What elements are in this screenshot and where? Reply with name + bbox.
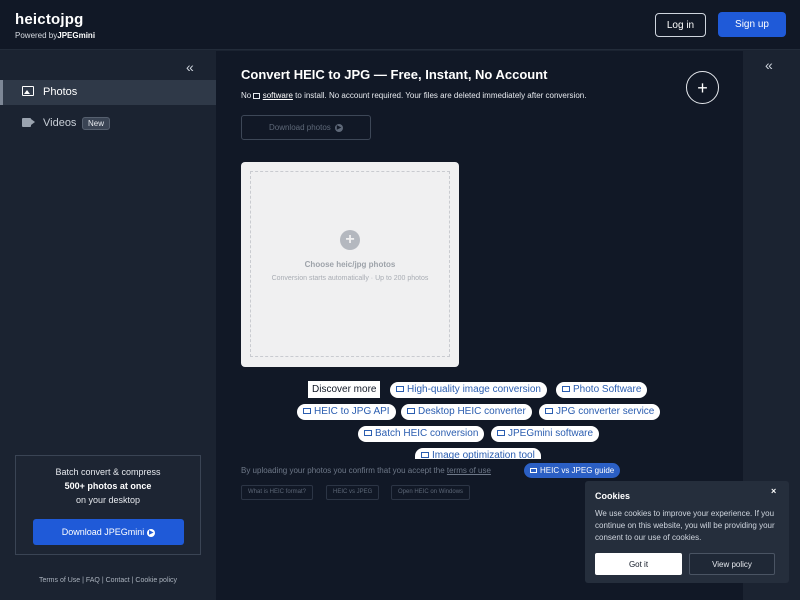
powered-by-brand: JPEGmini (57, 31, 96, 40)
arrow-right-icon: ▶ (335, 123, 344, 132)
gallery-icon (407, 408, 415, 414)
consent-prefix: By uploading your photos you confirm tha… (241, 466, 445, 475)
cookie-message: We use cookies to improve your experienc… (595, 509, 775, 542)
gallery-icon (562, 386, 570, 392)
dropzone-border: + Choose heic/jpg photos Conversion star… (250, 171, 450, 357)
download-photos-label: Download photos (268, 123, 331, 132)
dropzone-title: Choose heic/jpg photos (304, 260, 396, 269)
pill-label: JPG converter service (556, 406, 655, 417)
page-subtitle: No software to install. No account requi… (241, 91, 586, 100)
plus-icon: + (340, 230, 360, 250)
discover-pill[interactable]: Image optimization tool (415, 448, 541, 459)
left-sidebar: « Photos Videos New Batch convert & comp… (0, 51, 216, 600)
signup-button[interactable]: Sign up (718, 12, 786, 37)
close-icon[interactable]: × (771, 486, 776, 496)
collapse-right-panel-icon[interactable]: « (765, 57, 773, 73)
discover-pill[interactable]: HEIC to JPG API (297, 404, 396, 420)
collapse-sidebar-icon[interactable]: « (186, 59, 194, 75)
add-photos-button[interactable]: + (686, 71, 719, 104)
sidebar-item-videos[interactable]: Videos New (0, 112, 216, 134)
pill-label: HEIC to JPG API (314, 406, 390, 417)
gallery-icon (364, 430, 372, 436)
discover-pill[interactable]: Desktop HEIC converter (401, 404, 532, 420)
brand-logo[interactable]: heictojpg (15, 11, 83, 28)
promo-line-2: 500+ photos at once (64, 481, 152, 491)
cookie-title: Cookies (595, 491, 631, 501)
promo-line-3: on your desktop (75, 495, 141, 505)
gallery-icon (303, 408, 311, 414)
discover-pill[interactable]: JPG converter service (539, 404, 661, 420)
faq-tag[interactable]: HEIC vs JPEG (326, 485, 380, 500)
top-header: heictojpg Powered byJPEGmini Log in Sign… (0, 0, 800, 50)
new-badge: New (82, 117, 111, 130)
pill-label: Photo Software (573, 384, 642, 395)
discover-pill[interactable]: High-quality image conversion (390, 382, 547, 398)
accept-cookies-button[interactable]: Got it (595, 553, 682, 575)
powered-by: Powered byJPEGmini (15, 31, 95, 40)
upload-dropzone[interactable]: + Choose heic/jpg photos Conversion star… (241, 162, 459, 367)
pill-label: JPEGmini software (508, 428, 594, 439)
login-button[interactable]: Log in (655, 13, 706, 37)
powered-by-prefix: Powered by (15, 31, 58, 40)
discover-pill[interactable]: JPEGmini software (491, 426, 600, 442)
subtitle-prefix: No (241, 91, 252, 100)
pill-label: Image optimization tool (432, 450, 535, 459)
sidebar-item-label: Photos (43, 86, 78, 98)
gallery-icon (396, 386, 404, 392)
sidebar-item-photos[interactable]: Photos (0, 80, 216, 105)
pill-label: Desktop HEIC converter (418, 406, 526, 417)
cookie-banner: Cookies × We use cookies to improve your… (585, 481, 789, 583)
video-icon (22, 118, 35, 127)
gallery-icon (545, 408, 553, 414)
discover-pill[interactable]: Batch HEIC conversion (358, 426, 485, 442)
sidebar-item-label: Videos (43, 117, 77, 129)
pill-label: Batch HEIC conversion (375, 428, 479, 439)
discover-pill[interactable]: Photo Software (556, 382, 648, 398)
page-title: Convert HEIC to JPG — Free, Instant, No … (241, 67, 548, 82)
software-link[interactable]: software (263, 91, 293, 100)
arrow-right-icon: ▶ (147, 528, 156, 537)
desktop-promo-card: Batch convert & compress 500+ photos at … (15, 455, 201, 555)
faq-tag[interactable]: Open HEIC on Windows (391, 485, 471, 500)
gallery-icon (421, 452, 429, 458)
upload-consent-text: By uploading your photos you confirm tha… (241, 466, 491, 475)
software-icon (253, 93, 261, 99)
guide-pill-label: HEIC vs JPEG guide (540, 466, 615, 475)
faq-tag[interactable]: What is HEIC format? (241, 485, 314, 500)
download-jpegmini-button[interactable]: Download JPEGmini ▶ (33, 519, 184, 545)
view-policy-button[interactable]: View policy (689, 553, 775, 575)
gallery-icon (530, 468, 537, 473)
heic-vs-jpeg-guide-pill[interactable]: HEIC vs JPEG guide (524, 463, 621, 478)
download-jpegmini-label: Download JPEGmini (61, 527, 145, 537)
subtitle-suffix: to install. No account required. Your fi… (295, 91, 587, 100)
terms-of-use-link[interactable]: terms of use (447, 466, 491, 475)
gallery-icon (497, 430, 505, 436)
footer-links[interactable]: Terms of Use | FAQ | Contact | Cookie po… (0, 577, 216, 584)
discover-more-label: Discover more (308, 381, 381, 398)
pill-label: High-quality image conversion (407, 384, 541, 395)
promo-line-1: Batch convert & compress (55, 467, 161, 477)
dropzone-subtitle: Conversion starts automatically · Up to … (271, 275, 429, 282)
image-icon (22, 86, 34, 96)
download-photos-button[interactable]: Download photos ▶ (241, 115, 371, 140)
